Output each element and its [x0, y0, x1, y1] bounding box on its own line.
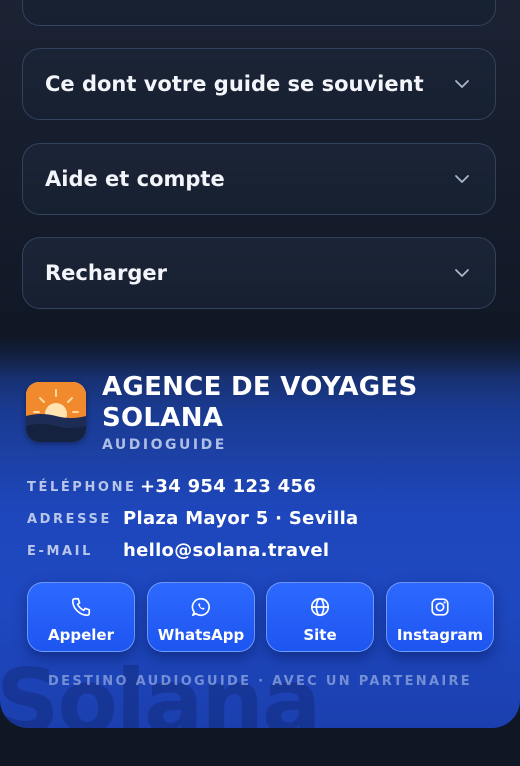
accordion-label: Aide et compte — [45, 167, 225, 191]
call-button[interactable]: Appeler — [27, 582, 135, 652]
chevron-down-icon — [455, 80, 469, 88]
agency-name-line1: AGENCE DE VOYAGES — [102, 372, 418, 402]
sunset-logo-icon — [26, 382, 86, 442]
address-value[interactable]: Plaza Mayor 5 · Sevilla — [123, 508, 359, 529]
accordion-label: Ce dont votre guide se souvient — [45, 72, 424, 96]
call-button-label: Appeler — [48, 626, 114, 644]
instagram-button[interactable]: Instagram — [386, 582, 494, 652]
site-button-label: Site — [303, 626, 337, 644]
email-value[interactable]: hello@solana.travel — [123, 540, 329, 561]
phone-value[interactable]: +34 954 123 456 — [140, 476, 316, 497]
agency-subtitle: AUDIOGUIDE — [102, 437, 227, 453]
whatsapp-button[interactable]: WhatsApp — [147, 582, 255, 652]
instagram-button-label: Instagram — [396, 626, 484, 644]
agency-card: Solana AGENCE DE VOYAGES SOLANA AUDIOGUI… — [0, 338, 520, 728]
site-button[interactable]: Site — [266, 582, 374, 652]
address-label: ADRESSE — [27, 512, 112, 527]
accordion-item-help[interactable]: Aide et compte — [22, 143, 496, 215]
accordion-item-memory[interactable]: Ce dont votre guide se souvient — [22, 48, 496, 120]
accordion-label: Recharger — [45, 261, 167, 285]
partner-footer-note: DESTINO AUDIOGUIDE · AVEC UN PARTENAIRE — [48, 674, 472, 689]
accordion-item-recharge[interactable]: Recharger — [22, 237, 496, 309]
globe-icon — [310, 597, 330, 617]
brand-watermark: Solana — [0, 650, 321, 729]
agency-name: AGENCE DE VOYAGES SOLANA — [102, 372, 432, 434]
accordion-item-partial[interactable] — [22, 0, 496, 26]
whatsapp-button-label: WhatsApp — [157, 626, 245, 644]
instagram-icon — [431, 598, 449, 616]
email-label: E-MAIL — [27, 544, 93, 559]
phone-label: TÉLÉPHONE — [27, 480, 137, 495]
phone-icon — [71, 597, 91, 617]
chevron-down-icon — [455, 175, 469, 183]
agency-name-line2: SOLANA — [102, 403, 224, 433]
chevron-down-icon — [455, 269, 469, 277]
whatsapp-icon — [191, 597, 210, 617]
